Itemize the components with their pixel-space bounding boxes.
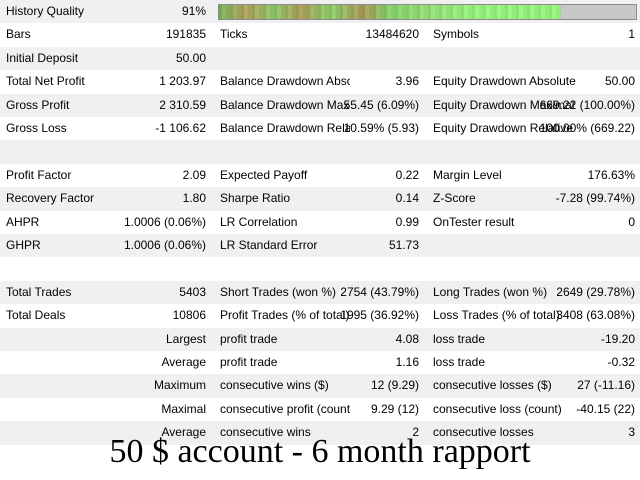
stat-value-col1 bbox=[60, 257, 206, 280]
report-row bbox=[0, 257, 640, 280]
stat-value-col3: -40.15 (22) bbox=[576, 401, 635, 416]
stat-value-col1: -1 106.62 bbox=[155, 121, 206, 135]
stat-value-col2: 10.59% (5.93) bbox=[343, 121, 419, 135]
stat-value-col2: 2754 (43.79%) bbox=[340, 284, 419, 299]
stat-value-col2: 0.14 bbox=[395, 191, 419, 206]
stat-value-col1: 10806 bbox=[172, 308, 206, 323]
stat-value-col1: 1 203.97 bbox=[159, 74, 206, 89]
stat-value-col2: 12 (9.29) bbox=[370, 378, 419, 393]
stat-value-col1: 91% bbox=[181, 4, 206, 18]
report-row: Recovery Factor 1.80 Sharpe Ratio 0.14 Z-Sco… bbox=[0, 187, 640, 211]
stat-value-col3: 2649 (29.78%) bbox=[556, 284, 635, 299]
stat-value-col3: 176.63% bbox=[587, 167, 635, 182]
stat-value-col2: 55.45 (6.09%) bbox=[343, 97, 419, 112]
stat-value-col3: -19.20 bbox=[600, 331, 635, 346]
stat-value-col3 bbox=[520, 257, 635, 280]
stat-value-col2: 1.16 bbox=[395, 355, 419, 369]
stat-value-col1 bbox=[60, 140, 206, 163]
report-row: Average profit trade 1.16 loss trade -0.32 bbox=[0, 351, 640, 374]
stat-value-col3: -7.28 (99.74%) bbox=[555, 191, 635, 206]
stat-value-col2: 9.29 (12) bbox=[370, 401, 419, 416]
stat-value-col3 bbox=[520, 234, 635, 257]
stat-value-col1: 50.00 bbox=[175, 50, 206, 65]
stat-value-col2 bbox=[330, 140, 419, 163]
strategy-tester-report: History Quality 91% Bars 191835 Ticks 1348462… bbox=[0, 0, 640, 480]
stat-value-col1: 2 310.59 bbox=[159, 97, 206, 112]
report-row bbox=[0, 140, 640, 164]
stat-value-col1: 2.09 bbox=[182, 167, 206, 182]
report-row: Initial Deposit 50.00 bbox=[0, 46, 640, 71]
stat-value-col2: 3.96 bbox=[395, 74, 419, 89]
report-row: History Quality 91% bbox=[0, 0, 640, 24]
report-row: Profit Factor 2.09 Expected Payoff 0.22 Marg… bbox=[0, 164, 640, 187]
overlay-caption: 50 $ account - 6 month rapport bbox=[109, 433, 531, 470]
stat-value-col3: 0 bbox=[628, 214, 635, 229]
history-quality-bar bbox=[218, 4, 637, 20]
stat-value-col2: 4.08 bbox=[395, 331, 419, 346]
stat-value-col3: 27 (-11.16) bbox=[577, 378, 635, 393]
report-row: Maximal consecutive profit (count) 9.29 (1… bbox=[0, 398, 640, 421]
report-row: Total Deals 10806 Profit Trades (% of tota… bbox=[0, 304, 640, 327]
stat-value-col2: 0.99 bbox=[395, 214, 419, 229]
stat-value-col2: 1995 (36.92%) bbox=[340, 308, 419, 323]
stat-value-col2 bbox=[330, 47, 419, 70]
stat-value-col1: Largest bbox=[165, 331, 206, 346]
stat-value-col3: 100.00% (669.22) bbox=[539, 121, 635, 135]
stat-value-col1: Maximal bbox=[161, 401, 206, 416]
stat-value-col3: 1 bbox=[628, 27, 635, 42]
stat-value-col1: 5403 bbox=[179, 284, 206, 299]
stat-value-col3: -0.32 bbox=[607, 355, 635, 369]
report-row: Total Trades 5403 Short Trades (won %) 2754… bbox=[0, 280, 640, 305]
stat-value-col3: 3408 (63.08%) bbox=[556, 308, 635, 323]
stat-value-col1: 191835 bbox=[165, 27, 206, 42]
stat-value-col2: 13484620 bbox=[365, 27, 419, 42]
report-row: GHPR 1.0006 (0.06%) LR Standard Error 51.73 bbox=[0, 234, 640, 258]
stat-value-col1: 1.80 bbox=[182, 191, 206, 206]
stat-value-col1: Average bbox=[161, 355, 206, 369]
report-row: Maximum consecutive wins ($) 12 (9.29) cons… bbox=[0, 374, 640, 398]
stat-value-col2: 51.73 bbox=[388, 238, 419, 252]
stat-value-col3: 50.00 bbox=[604, 74, 635, 89]
stat-value-col3 bbox=[520, 140, 635, 163]
history-quality-bar-fill bbox=[219, 5, 561, 19]
report-row: Gross Profit 2 310.59 Balance Drawdown Max… bbox=[0, 93, 640, 117]
stat-value-col1: Maximum bbox=[153, 378, 206, 393]
stat-value-col2: 0.22 bbox=[395, 167, 419, 182]
stat-value-col2 bbox=[330, 257, 419, 280]
report-row: AHPR 1.0006 (0.06%) LR Correlation 0.99 OnTe… bbox=[0, 211, 640, 234]
stat-value-col3 bbox=[520, 47, 635, 70]
stat-value-col3: 669.22 (100.00%) bbox=[539, 97, 635, 112]
report-row: Total Net Profit 1 203.97 Balance Drawdown… bbox=[0, 70, 640, 93]
stat-value-col1: 1.0006 (0.06%) bbox=[123, 214, 206, 229]
report-row: Largest profit trade 4.08 loss trade -19.20 bbox=[0, 327, 640, 351]
report-row: Bars 191835 Ticks 13484620 Symbols 1 bbox=[0, 23, 640, 46]
report-row: Gross Loss -1 106.62 Balance Drawdown Rela… bbox=[0, 117, 640, 140]
stat-value-col1: 1.0006 (0.06%) bbox=[123, 238, 206, 252]
